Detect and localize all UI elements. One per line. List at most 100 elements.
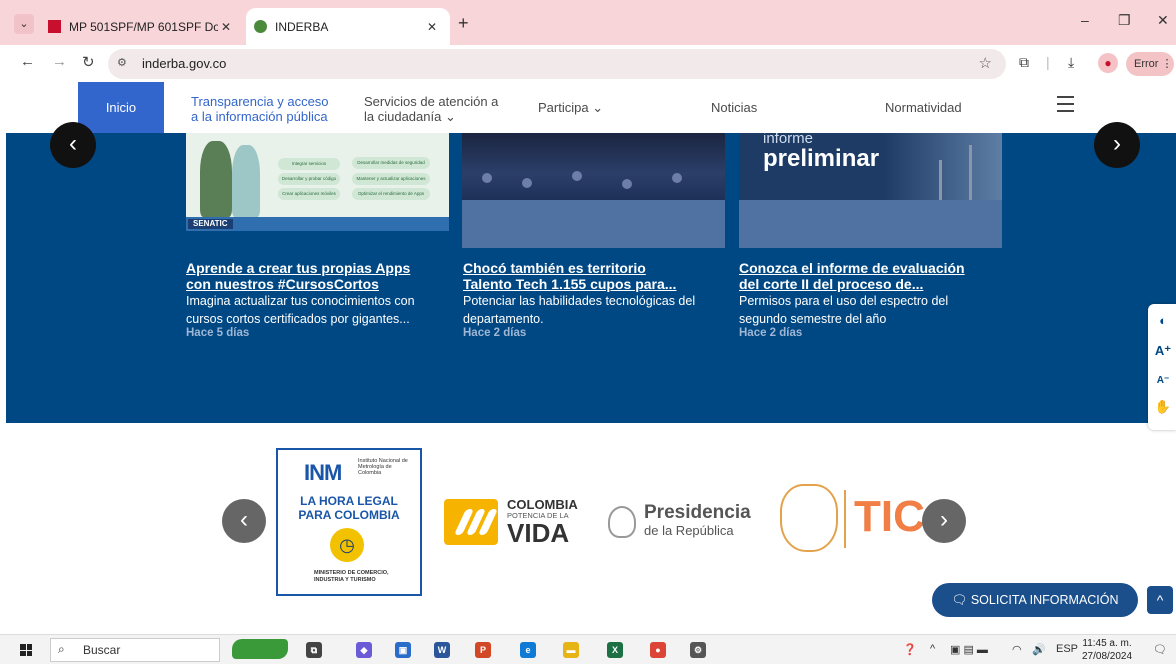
powerpoint-app-icon[interactable]: P	[475, 642, 491, 658]
image-text-preliminar: preliminar	[763, 145, 880, 172]
maximize-button[interactable]: ❐	[1118, 12, 1131, 29]
error-menu-button[interactable]: Error ⋮	[1126, 52, 1174, 76]
title-line: Aprende a crear tus propias Apps	[186, 260, 411, 276]
back-arrow-icon[interactable]: ←	[20, 53, 35, 70]
mintic-logo[interactable]: TIC	[776, 482, 925, 556]
tab-search-chevron-icon[interactable]: ⌄	[14, 14, 34, 34]
sign-language-icon[interactable]: ✋	[1154, 398, 1172, 416]
clock-time: 11:45 a. m.	[1082, 638, 1132, 649]
news-card-title[interactable]: Conozca el informe de evaluación del cor…	[739, 260, 1007, 292]
news-next-arrow-icon[interactable]: ›	[1094, 122, 1140, 168]
presidencia-logo[interactable]: Presidencia de la República	[608, 500, 753, 546]
new-tab-button[interactable]: +	[458, 13, 469, 34]
logo-divider	[844, 490, 846, 548]
news-card-image[interactable]	[462, 133, 725, 248]
clock-date: 27/08/2024	[1082, 651, 1133, 662]
news-card-description: Potenciar las habilidades tecnológicas d…	[463, 292, 731, 328]
news-card-title[interactable]: Aprende a crear tus propias Apps con nue…	[186, 260, 454, 292]
tab-title: MP 501SPF/MP 601SPF Downlo	[69, 19, 218, 34]
copilot-app-icon[interactable]: ◆	[356, 642, 372, 658]
wifi-icon[interactable]: ◠	[1012, 643, 1022, 656]
edge-app-icon[interactable]: e	[520, 642, 536, 658]
nav-participa[interactable]: Participa ⌄	[538, 100, 603, 115]
word-app-icon[interactable]: W	[434, 642, 450, 658]
image-footer	[739, 200, 1002, 248]
help-icon[interactable]: ❓	[903, 643, 917, 656]
taskbar-search-input[interactable]: Buscar	[50, 638, 220, 662]
explorer-app-icon[interactable]: ▬	[563, 642, 579, 658]
scroll-top-button[interactable]: ^	[1147, 586, 1173, 614]
search-icon: ⌕	[58, 642, 65, 656]
nav-servicios[interactable]: Servicios de atención a la ciudadanía ⌄	[364, 94, 498, 124]
audience-photo	[462, 133, 725, 200]
decrease-font-icon[interactable]: A⁻	[1154, 372, 1172, 390]
nav-noticias[interactable]: Noticias	[711, 100, 757, 115]
nav-participa-label: Participa	[538, 100, 589, 115]
news-card-description: Permisos para el uso del espectro del se…	[739, 292, 1007, 328]
tray-icons[interactable]: ▣ ▤ ▬	[950, 643, 988, 656]
language-indicator[interactable]: ESP	[1056, 643, 1078, 655]
hamburger-menu-icon[interactable]	[1057, 96, 1074, 117]
reload-icon[interactable]: ↻	[82, 53, 95, 71]
url-text[interactable]: inderba.gov.co	[142, 56, 226, 71]
tray-chevron-up-icon[interactable]: ^	[930, 643, 935, 655]
address-bar[interactable]: ⚙ inderba.gov.co ☆	[108, 49, 1006, 79]
nav-normatividad[interactable]: Normatividad	[885, 100, 962, 115]
volume-icon[interactable]: 🔊	[1032, 643, 1046, 656]
news-card-image[interactable]: Integrar servicios Desarrollar medidas d…	[186, 133, 449, 248]
logo-text: COLOMBIA	[507, 497, 578, 512]
audience-head	[482, 173, 492, 183]
close-window-button[interactable]: ✕	[1157, 12, 1169, 29]
news-card-date: Hace 2 días	[739, 327, 803, 339]
browser-tab-inderba[interactable]: INDERBA ✕	[246, 8, 450, 45]
news-card-title[interactable]: Chocó también es territorio Talento Tech…	[463, 260, 731, 292]
course-pill: Mantener y actualizar aplicaciones	[352, 173, 430, 185]
settings-app-icon[interactable]: ⚙	[690, 642, 706, 658]
title-line: del corte II del proceso de...	[739, 276, 924, 292]
increase-font-icon[interactable]: A⁺	[1154, 342, 1172, 360]
news-prev-arrow-icon[interactable]: ‹	[50, 122, 96, 168]
task-view-app-icon[interactable]: ⧉	[306, 642, 322, 658]
tab-close-icon[interactable]: ✕	[424, 20, 440, 34]
audience-head	[572, 171, 582, 181]
image-footer	[462, 200, 725, 248]
minimize-button[interactable]: –	[1081, 12, 1089, 28]
browser-tab-strip: ⌄ MP 501SPF/MP 601SPF Downlo ✕ INDERBA ✕…	[0, 0, 1176, 45]
download-icon[interactable]: ⤓	[1068, 54, 1074, 71]
colombia-potencia-vida-logo[interactable]: COLOMBIA POTENCIA DE LA VIDA	[444, 493, 584, 549]
nav-transparencia[interactable]: Transparencia y acceso a la información …	[191, 94, 329, 124]
browser-tab-pdf[interactable]: MP 501SPF/MP 601SPF Downlo ✕	[44, 8, 244, 45]
contrast-icon[interactable]: ◐	[1154, 312, 1172, 330]
news-card-date: Hace 2 días	[463, 327, 527, 339]
taskbar-clock[interactable]: 11:45 a. m. 27/08/2024	[1082, 637, 1132, 663]
nav-home[interactable]: Inicio	[78, 82, 164, 133]
notifications-icon[interactable]: 🗨	[1153, 643, 1167, 656]
inm-logo: INM	[304, 460, 342, 485]
forward-arrow-icon[interactable]: →	[52, 53, 67, 70]
partners-prev-arrow-icon[interactable]: ‹	[222, 499, 266, 543]
windows-start-icon[interactable]	[20, 644, 32, 656]
search-highlight-lizard-icon[interactable]	[232, 639, 288, 659]
excel-app-icon[interactable]: X	[607, 642, 623, 658]
course-pill: Desarrollar medidas de seguridad	[352, 157, 430, 169]
solicita-informacion-button[interactable]: 🗨 SOLICITA INFORMACIÓN	[932, 583, 1138, 617]
inm-hora-legal-banner[interactable]: INM Instituto Nacional de Metrología de …	[276, 448, 422, 596]
senatic-badge: SENATIC	[188, 219, 233, 229]
ministry-label: MINISTERIO DE COMERCIO, INDUSTRIA Y TURI…	[314, 570, 389, 583]
course-pill: Integrar servicios	[278, 158, 340, 170]
nav-servicios-line1: Servicios de atención a	[364, 94, 499, 109]
profile-avatar-icon[interactable]: ●	[1098, 53, 1118, 73]
tab-close-icon[interactable]: ✕	[218, 20, 234, 34]
course-pill: Crear aplicaciones móviles	[278, 188, 340, 200]
clock-icon: ◷	[330, 528, 364, 562]
store-app-icon[interactable]: ▣	[395, 642, 411, 658]
course-pill: Desarrollar y probar código	[278, 173, 340, 185]
extensions-icon[interactable]: ⧉	[1019, 54, 1029, 71]
site-navigation: Inicio Transparencia y acceso a la infor…	[0, 82, 1176, 133]
bookmark-star-icon[interactable]: ☆	[979, 54, 992, 72]
news-card-image[interactable]: informe preliminar	[739, 133, 1002, 248]
audience-head	[522, 178, 532, 188]
chrome-app-icon[interactable]: ●	[650, 642, 666, 658]
site-info-icon[interactable]: ⚙	[117, 56, 127, 69]
partners-next-arrow-icon[interactable]: ›	[922, 499, 966, 543]
